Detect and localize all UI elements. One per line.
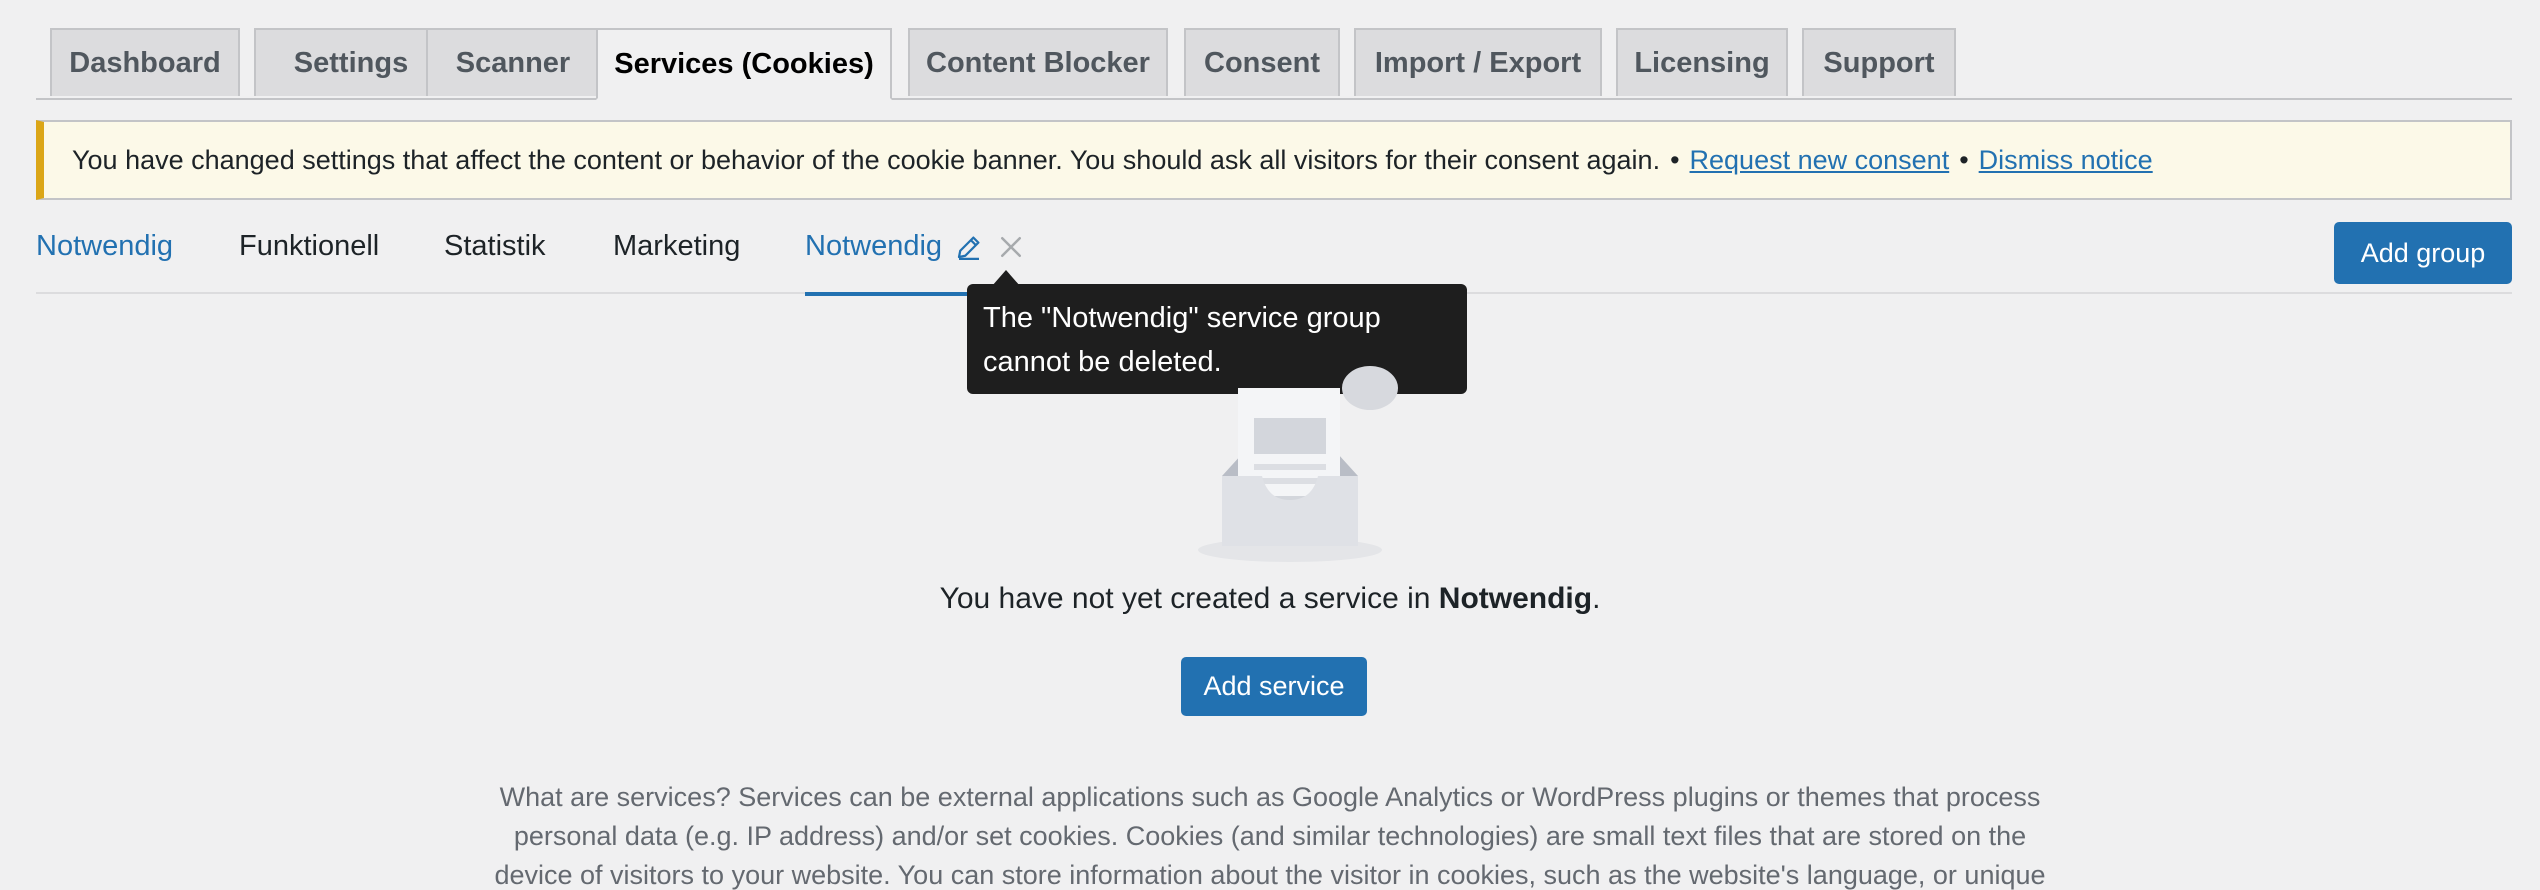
services-page: Dashboard Settings Scanner Services (Coo… [0,0,2540,890]
tab-scanner[interactable]: Scanner [426,28,600,96]
tab-import-export[interactable]: Import / Export [1354,28,1602,96]
group-tab-marketing[interactable]: Marketing [613,230,740,263]
tooltip-line: The "Notwendig" service group [983,302,1381,334]
group-tab-notwendig[interactable]: Notwendig [36,230,173,263]
tab-support[interactable]: Support [1802,28,1956,96]
empty-state-message: You have not yet created a service in No… [0,582,2540,616]
main-nav-tabs: Dashboard Settings Scanner Services (Coo… [36,28,2512,100]
dismiss-notice-link[interactable]: Dismiss notice [1979,145,2153,176]
close-icon[interactable] [996,232,1026,262]
empty-inbox-icon [1198,366,1398,562]
group-tab-funktionell[interactable]: Funktionell [239,230,379,263]
tab-consent[interactable]: Consent [1184,28,1340,96]
tab-services-cookies[interactable]: Services (Cookies) [596,28,892,100]
description-line: device of visitors to your website. You … [494,860,2046,890]
tab-dashboard[interactable]: Dashboard [50,28,240,96]
add-group-button[interactable]: Add group [2334,222,2512,284]
pencil-icon[interactable] [954,232,984,262]
empty-group-name: Notwendig [1438,582,1593,615]
tab-content-blocker[interactable]: Content Blocker [908,28,1168,96]
notice-text: You have changed settings that affect th… [72,144,1661,175]
empty-text-prefix: You have not yet created a service in [939,582,1431,615]
tab-settings[interactable]: Settings [254,28,448,96]
description-line: What are services? Services can be exter… [499,782,2041,812]
add-service-button[interactable]: Add service [1181,657,1367,716]
consent-notice: You have changed settings that affect th… [36,120,2512,200]
tab-licensing[interactable]: Licensing [1616,28,1788,96]
request-new-consent-link[interactable]: Request new consent [1690,145,1950,176]
services-description: What are services? Services can be exter… [470,778,2070,890]
description-line: personal data (e.g. IP address) and/or s… [513,821,2027,851]
empty-text-suffix: . [1592,582,1601,615]
service-group-tabs: Notwendig Funktionell Statistik Marketin… [36,220,2512,296]
notice-separator: • [1670,144,1680,175]
group-tab-statistik[interactable]: Statistik [444,230,546,263]
active-group-label: Notwendig [805,230,943,262]
notice-separator: • [1959,144,1969,175]
